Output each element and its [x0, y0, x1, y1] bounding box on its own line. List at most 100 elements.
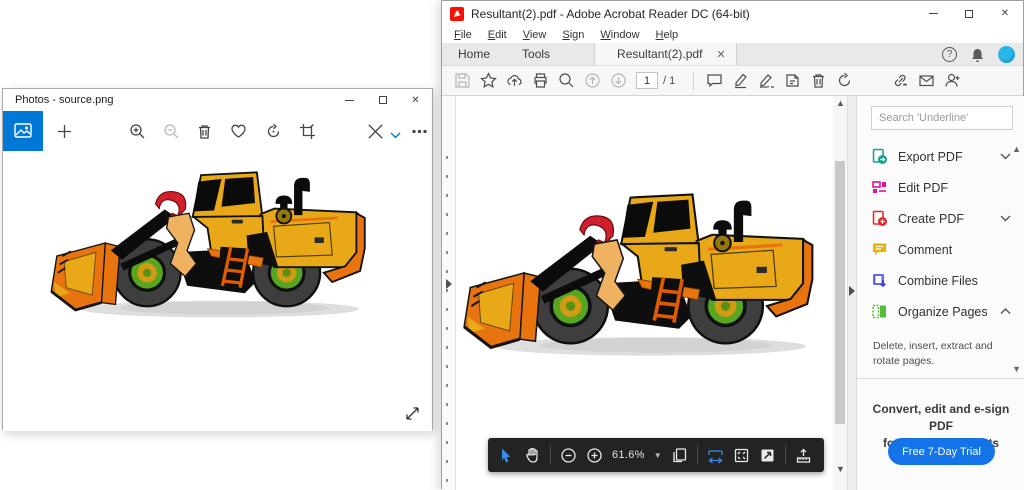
organize-pages-description: Delete, insert, extract and rotate pages… — [873, 339, 997, 369]
share-link-icon[interactable] — [892, 72, 909, 89]
tool-organize-pages[interactable]: Organize Pages — [871, 296, 1019, 327]
minimize-button[interactable] — [915, 1, 951, 26]
photo-view[interactable] — [3, 151, 432, 431]
pdf-page[interactable] — [456, 96, 833, 490]
edit-create-button[interactable] — [367, 123, 384, 140]
menu-sign[interactable]: Sign — [556, 29, 590, 41]
tab-home[interactable]: Home — [442, 43, 506, 65]
close-button[interactable]: ✕ — [987, 1, 1023, 26]
tool-create-pdf[interactable]: Create PDF — [871, 203, 1019, 234]
person-add-icon[interactable] — [944, 72, 961, 89]
maximize-button[interactable] — [366, 89, 399, 111]
chevron-up-icon[interactable] — [1000, 308, 1011, 315]
refresh-icon[interactable] — [836, 72, 853, 89]
tool-edit-pdf[interactable]: Edit PDF — [871, 172, 1019, 203]
acrobat-titlebar[interactable]: Resultant(2).pdf - Adobe Acrobat Reader … — [442, 1, 1023, 26]
vertical-scrollbar[interactable]: ▲ ▼ — [833, 96, 847, 490]
minimize-icon — [345, 100, 354, 101]
scrollbar-thumb[interactable] — [835, 161, 845, 424]
toolbar-divider — [697, 445, 698, 465]
search-icon[interactable] — [558, 72, 575, 89]
edit-pdf-icon — [871, 179, 888, 196]
menu-file[interactable]: File — [448, 29, 478, 41]
close-icon: ✕ — [411, 95, 419, 106]
free-trial-button[interactable]: Free 7-Day Trial — [888, 438, 995, 465]
add-button[interactable] — [56, 123, 73, 140]
measure-icon[interactable] — [795, 447, 812, 464]
zoom-out-button[interactable] — [163, 123, 180, 140]
fullscreen-icon[interactable] — [759, 447, 776, 464]
delete-icon[interactable] — [810, 72, 827, 89]
close-button[interactable]: ✕ — [399, 89, 432, 111]
chevron-down-icon[interactable] — [1000, 153, 1011, 160]
tool-combine-files[interactable]: Combine Files — [871, 265, 1019, 296]
zoom-dropdown-icon[interactable]: ▼ — [654, 451, 662, 460]
see-all-photos-button[interactable] — [3, 111, 43, 151]
menu-window[interactable]: Window — [594, 29, 645, 41]
chevron-down-icon[interactable] — [1000, 215, 1011, 222]
panel-scroll-down-icon[interactable]: ▼ — [1012, 364, 1021, 374]
favorite-button[interactable] — [230, 123, 247, 140]
right-panel-toggle-icon[interactable] — [849, 286, 855, 296]
tool-comment[interactable]: Comment — [871, 234, 1019, 265]
minimize-button[interactable] — [333, 89, 366, 111]
edit-create-dropdown[interactable] — [387, 127, 404, 144]
zoom-in-button[interactable] — [129, 123, 146, 140]
print-icon[interactable] — [532, 72, 549, 89]
page-up-icon[interactable] — [584, 72, 601, 89]
highlight-icon[interactable] — [732, 72, 749, 89]
maximize-button[interactable] — [951, 1, 987, 26]
menu-view[interactable]: View — [517, 29, 553, 41]
left-panel-toggle-icon[interactable] — [446, 279, 452, 289]
account-avatar[interactable] — [998, 46, 1015, 63]
acrobat-window: Resultant(2).pdf - Adobe Acrobat Reader … — [441, 0, 1024, 489]
zoom-in-icon[interactable] — [586, 447, 603, 464]
scroll-up-icon[interactable]: ▲ — [836, 98, 845, 108]
cloud-upload-icon[interactable] — [506, 72, 523, 89]
close-icon: ✕ — [1001, 8, 1009, 19]
photos-titlebar[interactable]: Photos - source.png ✕ — [3, 89, 432, 111]
menu-bar: File Edit View Sign Window Help — [442, 26, 1023, 43]
zoom-out-icon[interactable] — [560, 447, 577, 464]
comment-icon[interactable] — [706, 72, 723, 89]
zoom-level-value[interactable]: 61.6% — [612, 449, 645, 461]
fullscreen-icon[interactable] — [405, 406, 420, 421]
delete-button[interactable] — [196, 123, 213, 140]
promo-line-1: Convert, edit and e-sign PDF — [865, 401, 1017, 435]
page-down-icon[interactable] — [610, 72, 627, 89]
select-cursor-icon[interactable] — [498, 447, 515, 464]
menu-edit[interactable]: Edit — [482, 29, 513, 41]
menu-help[interactable]: Help — [650, 29, 685, 41]
more-button[interactable] — [411, 123, 428, 140]
hand-tool-icon[interactable] — [524, 447, 541, 464]
scroll-down-icon[interactable]: ▼ — [836, 464, 845, 474]
sign-icon[interactable] — [758, 72, 775, 89]
notifications-bell-icon[interactable] — [970, 47, 985, 63]
star-icon[interactable] — [480, 72, 497, 89]
minimize-icon — [929, 13, 938, 14]
tool-export-pdf[interactable]: Export PDF — [871, 141, 1019, 172]
photo-icon — [14, 122, 32, 140]
tab-document[interactable]: Resultant(2).pdf ✕ — [594, 43, 737, 65]
acrobat-window-title: Resultant(2).pdf - Adobe Acrobat Reader … — [471, 7, 750, 21]
rotate-button[interactable] — [265, 123, 282, 140]
tab-tools[interactable]: Tools — [506, 43, 566, 65]
tool-label: Edit PDF — [898, 181, 948, 195]
tab-document-label: Resultant(2).pdf — [617, 47, 702, 61]
save-icon[interactable] — [454, 72, 471, 89]
tools-search-input[interactable] — [871, 106, 1013, 130]
page-thumbnails-icon[interactable] — [671, 447, 688, 464]
email-icon[interactable] — [918, 72, 935, 89]
toolbar-divider — [550, 445, 551, 465]
tool-label: Export PDF — [898, 150, 963, 164]
fit-page-icon[interactable] — [733, 447, 750, 464]
help-icon[interactable]: ? — [942, 47, 957, 62]
toolbar-divider — [693, 72, 694, 90]
left-panel-rail[interactable] — [442, 96, 456, 490]
tab-close-icon[interactable]: ✕ — [716, 48, 725, 61]
crop-button[interactable] — [299, 123, 316, 140]
stamp-icon[interactable] — [784, 72, 801, 89]
fit-width-icon[interactable] — [707, 447, 724, 464]
page-number-input[interactable] — [636, 72, 658, 89]
tool-label: Organize Pages — [898, 305, 988, 319]
